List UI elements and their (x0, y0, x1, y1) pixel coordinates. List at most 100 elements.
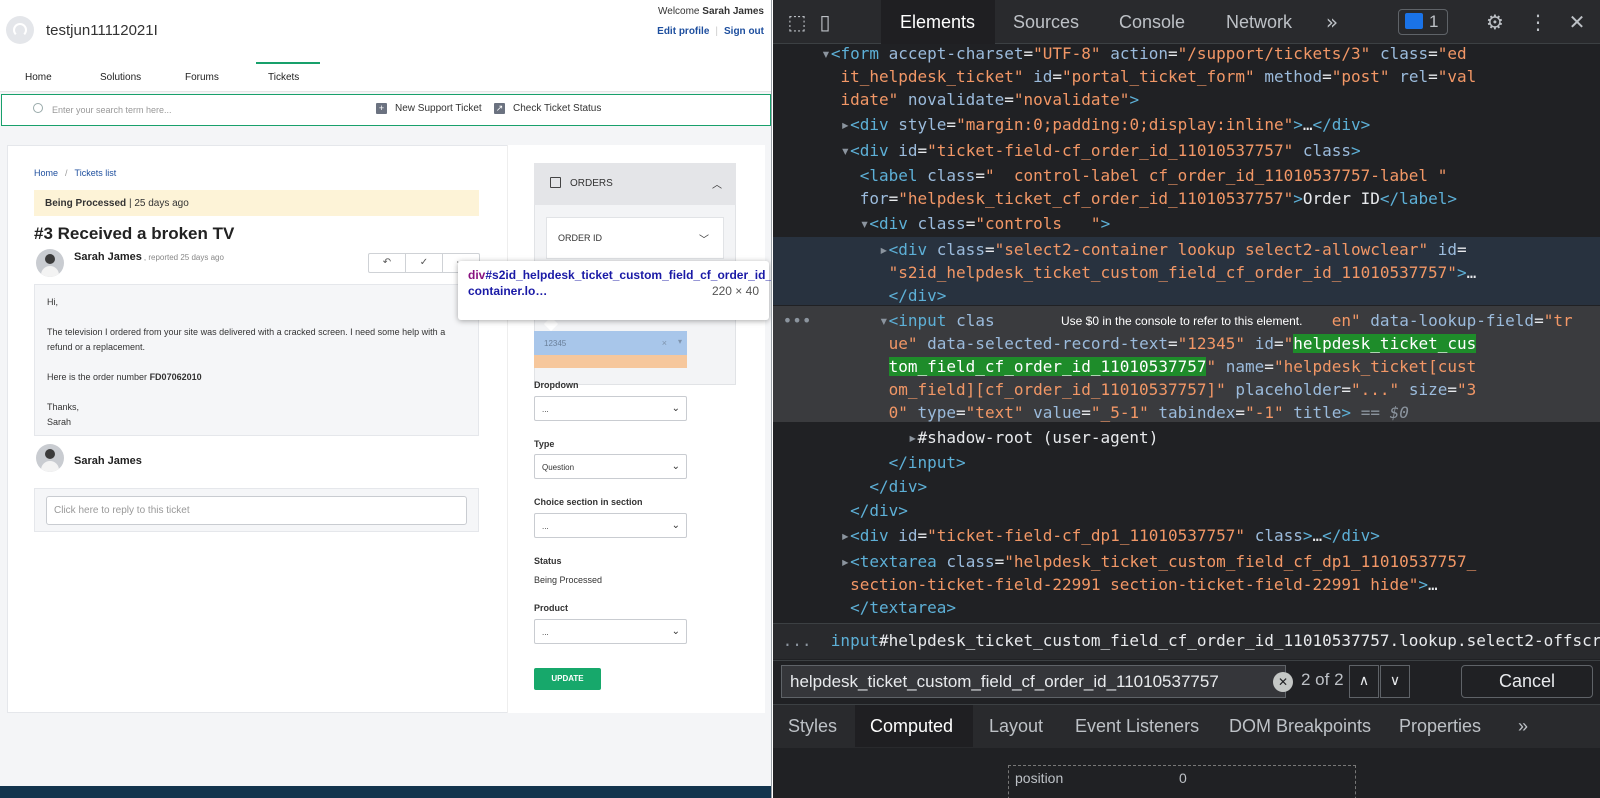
subtab-properties[interactable]: Properties (1399, 716, 1481, 737)
choice-section-label: Choice section in section (534, 497, 643, 507)
previous-match-button[interactable]: ∧ (1349, 665, 1379, 698)
dom-line[interactable]: <label class=" control-label cf_order_id… (773, 164, 1600, 187)
orders-title: ORDERS (570, 178, 613, 189)
product-select[interactable]: ... ⌄ (534, 619, 687, 644)
dom-line[interactable]: section-ticket-field-22991 section-ticke… (773, 573, 1600, 596)
avatar (36, 249, 64, 277)
breadcrumb: Home / Tickets list (34, 168, 116, 178)
issues-count: 1 (1429, 12, 1439, 31)
new-ticket-link[interactable]: + New Support Ticket (376, 103, 482, 114)
dom-breadcrumb-bar: ... input#helpdesk_ticket_custom_field_c… (773, 623, 1600, 659)
breadcrumb-tickets-list[interactable]: Tickets list (75, 168, 117, 178)
subtab-styles[interactable]: Styles (788, 716, 837, 737)
breadcrumb-selector[interactable]: #helpdesk_ticket_custom_field_cf_order_i… (879, 631, 1600, 650)
type-value: Question (542, 463, 575, 472)
welcome-text: Welcome Sarah James (620, 6, 764, 17)
dom-line[interactable]: 0" type="text" value="_5-1" tabindex="-1… (773, 401, 1600, 424)
chevron-down-icon: ⌄ (671, 461, 680, 472)
search-match-count: 2 of 2 (1301, 670, 1344, 689)
issues-badge[interactable]: 1 (1398, 9, 1448, 35)
portal-name[interactable]: testjun11112021I (46, 22, 158, 39)
dom-line[interactable]: ▾<form accept-charset="UTF-8" action="/s… (773, 42, 1600, 65)
kebab-menu-icon[interactable]: ⋮ (1526, 10, 1550, 34)
nav-forums[interactable]: Forums (185, 72, 219, 83)
dom-line[interactable]: </div> (773, 475, 1600, 498)
device-toolbar-icon[interactable]: ▯ (813, 10, 837, 34)
dom-line[interactable]: ue" data-selected-record-text="12345" id… (773, 332, 1600, 355)
dom-line[interactable]: </div> (773, 284, 1600, 307)
dropdown-arrow-icon[interactable]: ▾ (678, 337, 682, 346)
dropdown-select[interactable]: ... ⌄ (534, 396, 687, 421)
resolve-icon[interactable]: ✓ (406, 254, 443, 272)
nav-tickets[interactable]: Tickets (268, 72, 299, 83)
chevron-down-icon: ⌄ (671, 520, 680, 531)
update-button[interactable]: UPDATE (534, 668, 601, 690)
dom-line[interactable]: "s2id_helpdesk_ticket_custom_field_cf_or… (773, 261, 1600, 284)
portal-search-bar: Enter your search term here... + New Supp… (1, 94, 771, 126)
dom-line[interactable]: </input> (773, 451, 1600, 474)
nav-home[interactable]: Home (25, 72, 52, 83)
product-value: ... (542, 628, 549, 637)
order-id-accordion[interactable]: ORDER ID ﹀ (546, 217, 724, 259)
tab-network[interactable]: Network (1226, 12, 1292, 33)
tab-sources[interactable]: Sources (1013, 12, 1079, 33)
dom-line[interactable]: ▸<div id="ticket-field-cf_dp1_1101053775… (773, 524, 1600, 547)
next-match-button[interactable]: ∨ (1380, 665, 1410, 698)
edit-profile-link[interactable]: Edit profile (657, 26, 709, 37)
dom-line[interactable]: </div> (773, 499, 1600, 522)
dom-search-input[interactable]: helpdesk_ticket_custom_field_cf_order_id… (781, 665, 1286, 698)
subtab-computed[interactable]: Computed (870, 716, 953, 737)
message-greeting: Hi, (47, 297, 58, 307)
devtools-panel: ⬚ ▯ Elements Sources Console Network » 1… (773, 0, 1600, 798)
order-id-select2-container[interactable]: 12345 × ▾ (534, 331, 687, 355)
more-subtabs-icon[interactable]: » (1518, 716, 1528, 737)
tab-console[interactable]: Console (1119, 12, 1185, 33)
chevron-up-icon[interactable]: ︿ (712, 176, 722, 191)
status-text: Being Processed (45, 198, 127, 209)
dom-line[interactable]: ▾<div id="ticket-field-cf_order_id_11010… (773, 139, 1600, 162)
dom-line[interactable]: om_field][cf_order_id_11010537757]" plac… (773, 378, 1600, 401)
dom-line[interactable]: ▸<textarea class="helpdesk_ticket_custom… (773, 550, 1600, 573)
orders-header[interactable]: ORDERS ︿ (534, 163, 736, 205)
signature-text: Sarah (47, 417, 72, 427)
subtab-layout[interactable]: Layout (989, 716, 1043, 737)
dom-line[interactable]: for="helpdesk_ticket_cf_order_id_1101053… (773, 187, 1600, 210)
breadcrumb-tag[interactable]: input (831, 631, 879, 650)
type-select[interactable]: Question ⌄ (534, 454, 687, 479)
reply-icon[interactable]: ↶ (369, 254, 406, 272)
inspect-element-icon[interactable]: ⬚ (785, 10, 809, 34)
tab-elements[interactable]: Elements (900, 12, 975, 33)
dropdown-label: Dropdown (534, 380, 579, 390)
sign-out-link[interactable]: Sign out (724, 26, 764, 37)
close-icon[interactable]: ✕ (1565, 10, 1589, 34)
nav-solutions[interactable]: Solutions (100, 72, 141, 83)
clear-icon[interactable]: × (662, 338, 667, 348)
choice-section-select[interactable]: ... ⌄ (534, 513, 687, 538)
clear-search-icon[interactable]: ✕ (1273, 672, 1293, 692)
portal-nav: Home Solutions Forums Tickets (0, 62, 771, 92)
gear-icon[interactable]: ⚙ (1483, 10, 1507, 34)
product-label: Product (534, 603, 569, 613)
message-body: The television I ordered from your site … (47, 327, 446, 352)
dom-line[interactable]: it_helpdesk_ticket" id="portal_ticket_fo… (773, 65, 1600, 88)
dom-line[interactable]: ▸<div style="margin:0;padding:0;display:… (773, 113, 1600, 136)
search-input[interactable]: Enter your search term here... (52, 105, 172, 115)
more-tabs-icon[interactable]: » (1320, 10, 1344, 34)
breadcrumb-home[interactable]: Home (34, 168, 58, 178)
dom-line[interactable]: </textarea> (773, 596, 1600, 619)
breadcrumb-ellipsis[interactable]: ... (773, 631, 831, 650)
choice-section-value: ... (542, 522, 549, 531)
dom-line[interactable]: idate" novalidate="novalidate"> (773, 88, 1600, 111)
dom-line[interactable]: ▸<div class="select2-container lookup se… (773, 238, 1600, 261)
subtab-event-listeners[interactable]: Event Listeners (1075, 716, 1199, 737)
dom-line[interactable]: ▸#shadow-root (user-agent) (773, 426, 1600, 449)
subtab-dom-breakpoints[interactable]: DOM Breakpoints (1229, 716, 1371, 737)
dom-line[interactable]: ▾<div class="controls "> (773, 212, 1600, 235)
reply-input[interactable]: Click here to reply to this ticket (46, 496, 467, 525)
order-id-value: 12345 (544, 339, 567, 348)
cancel-search-button[interactable]: Cancel (1461, 665, 1593, 698)
dom-line[interactable]: tom_field_cf_order_id_11010537757" name=… (773, 355, 1600, 378)
chevron-down-icon: ﹀ (699, 235, 709, 246)
active-tab-indicator (256, 62, 320, 64)
check-status-link[interactable]: ↗ Check Ticket Status (494, 103, 601, 114)
